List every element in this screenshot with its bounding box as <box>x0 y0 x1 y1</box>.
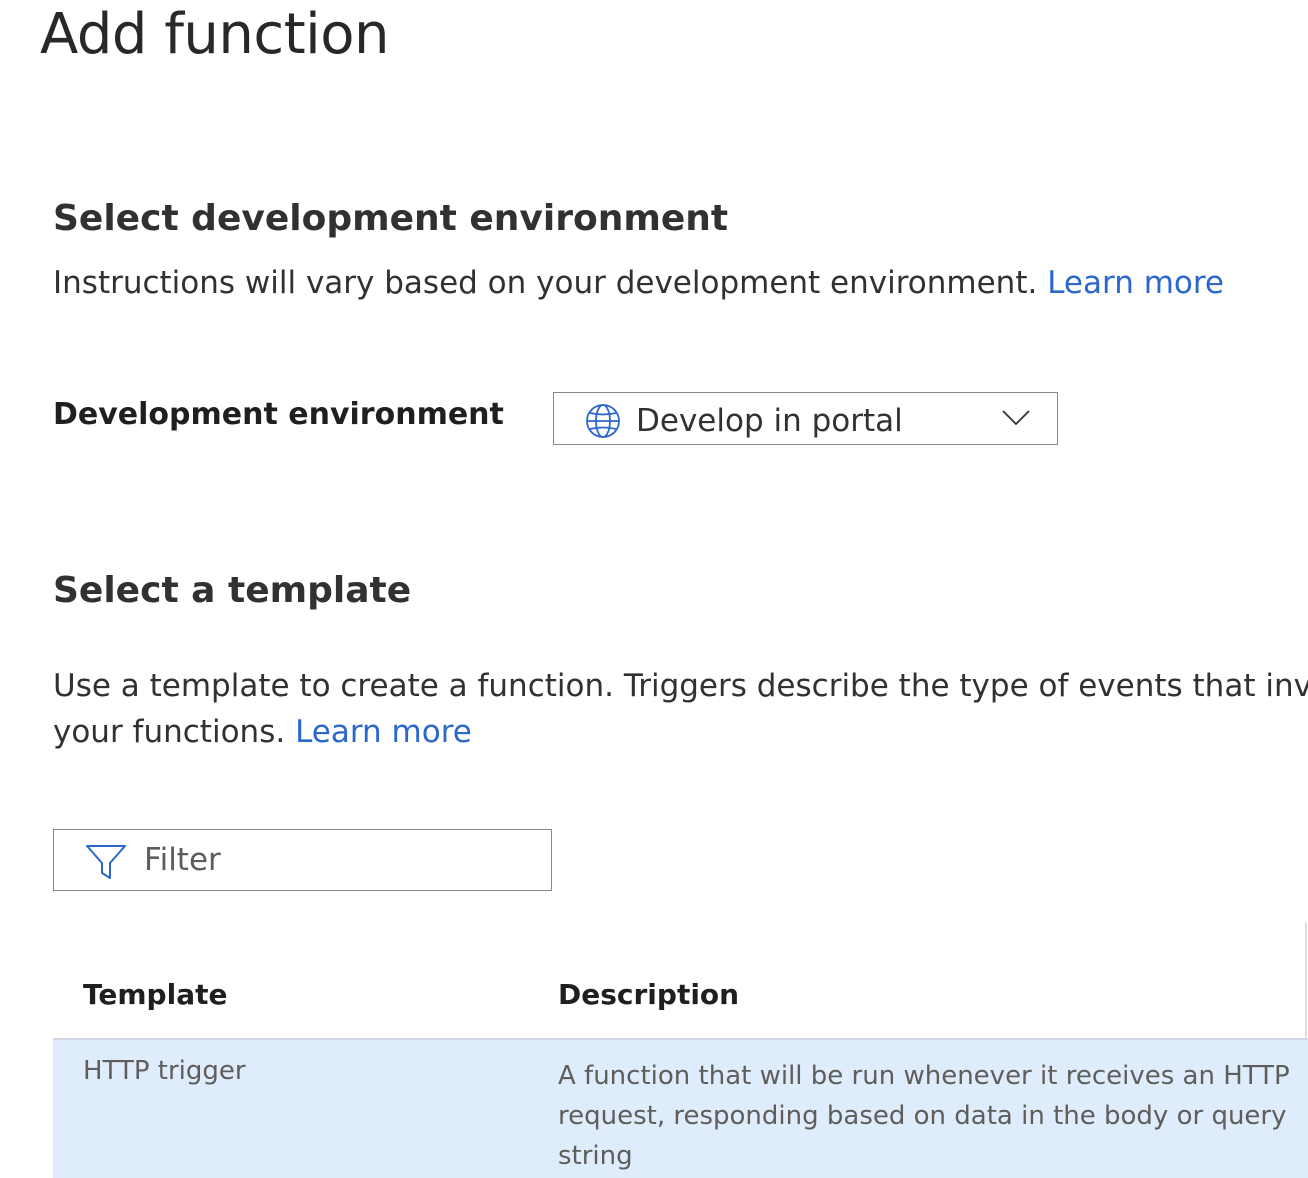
column-header-template[interactable]: Template <box>83 978 227 1011</box>
dev-environment-selected-value: Develop in portal <box>636 403 903 439</box>
template-heading: Select a template <box>53 570 412 611</box>
dev-environment-learn-more-link[interactable]: Learn more <box>1047 265 1224 301</box>
table-row[interactable]: HTTP trigger A function that will be run… <box>53 1040 1308 1178</box>
row-description-line: request, responding based on data in the… <box>558 1101 1287 1131</box>
row-description-line: A function that will be run whenever it … <box>558 1061 1290 1091</box>
page-title: Add function <box>40 2 389 67</box>
dev-environment-description: Instructions will vary based on your dev… <box>53 260 1224 306</box>
template-description-line-1: Use a template to create a function. Tri… <box>53 668 1308 704</box>
dev-environment-description-text: Instructions will vary based on your dev… <box>53 265 1038 301</box>
globe-icon <box>586 404 620 438</box>
dev-environment-dropdown[interactable]: Develop in portal <box>553 392 1058 445</box>
table-header: Template Description <box>53 968 1308 1040</box>
template-description: Use a template to create a function. Tri… <box>53 663 1308 755</box>
filter-box[interactable] <box>53 829 552 891</box>
template-learn-more-link[interactable]: Learn more <box>295 714 472 750</box>
template-description-line-2: your functions. Learn more <box>53 709 1308 755</box>
template-description-line-2-text: your functions. <box>53 714 286 750</box>
row-template-name: HTTP trigger <box>83 1056 246 1086</box>
row-description-line: string <box>558 1141 633 1171</box>
chevron-down-icon[interactable] <box>1001 409 1031 427</box>
dev-environment-label: Development environment <box>53 397 504 432</box>
dev-environment-heading: Select development environment <box>53 198 729 239</box>
filter-input[interactable] <box>144 840 534 880</box>
row-description: A function that will be run whenever it … <box>558 1056 1303 1176</box>
filter-icon <box>86 845 126 879</box>
column-header-description[interactable]: Description <box>558 978 739 1011</box>
